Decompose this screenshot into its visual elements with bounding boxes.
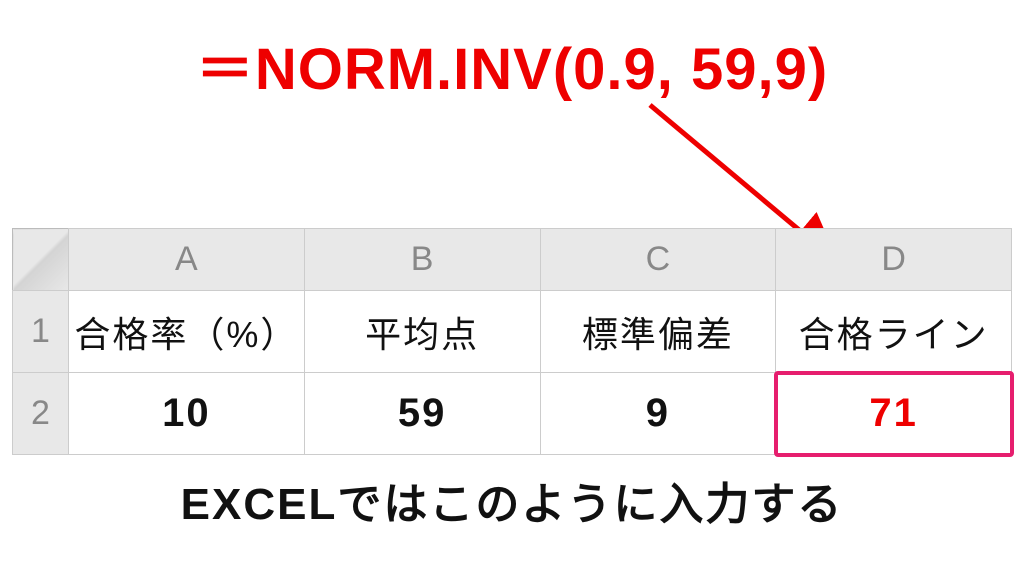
col-header-C[interactable]: C	[540, 229, 776, 291]
cell-D2[interactable]: 71	[776, 373, 1012, 455]
cell-A2[interactable]: 10	[68, 373, 304, 455]
row-header-1[interactable]: 1	[13, 291, 69, 373]
formula-text: ＝NORM.INV(0.9, 59,9)	[0, 22, 1024, 106]
excel-table: A B C D 1 合格率（%） 平均点 標準偏差 合格ライン 2 10 59 …	[12, 228, 1012, 455]
corner-cell[interactable]	[13, 229, 69, 291]
cell-A1[interactable]: 合格率（%）	[68, 291, 304, 373]
spreadsheet: A B C D 1 合格率（%） 平均点 標準偏差 合格ライン 2 10 59 …	[12, 228, 1012, 455]
cell-B1[interactable]: 平均点	[304, 291, 540, 373]
col-header-D[interactable]: D	[776, 229, 1012, 291]
cell-D1[interactable]: 合格ライン	[776, 291, 1012, 373]
cell-B2[interactable]: 59	[304, 373, 540, 455]
row-header-2[interactable]: 2	[13, 373, 69, 455]
cell-C1[interactable]: 標準偏差	[540, 291, 776, 373]
col-header-A[interactable]: A	[68, 229, 304, 291]
cell-C2[interactable]: 9	[540, 373, 776, 455]
col-header-B[interactable]: B	[304, 229, 540, 291]
caption-text: EXCELではこのように入力する	[0, 468, 1024, 532]
